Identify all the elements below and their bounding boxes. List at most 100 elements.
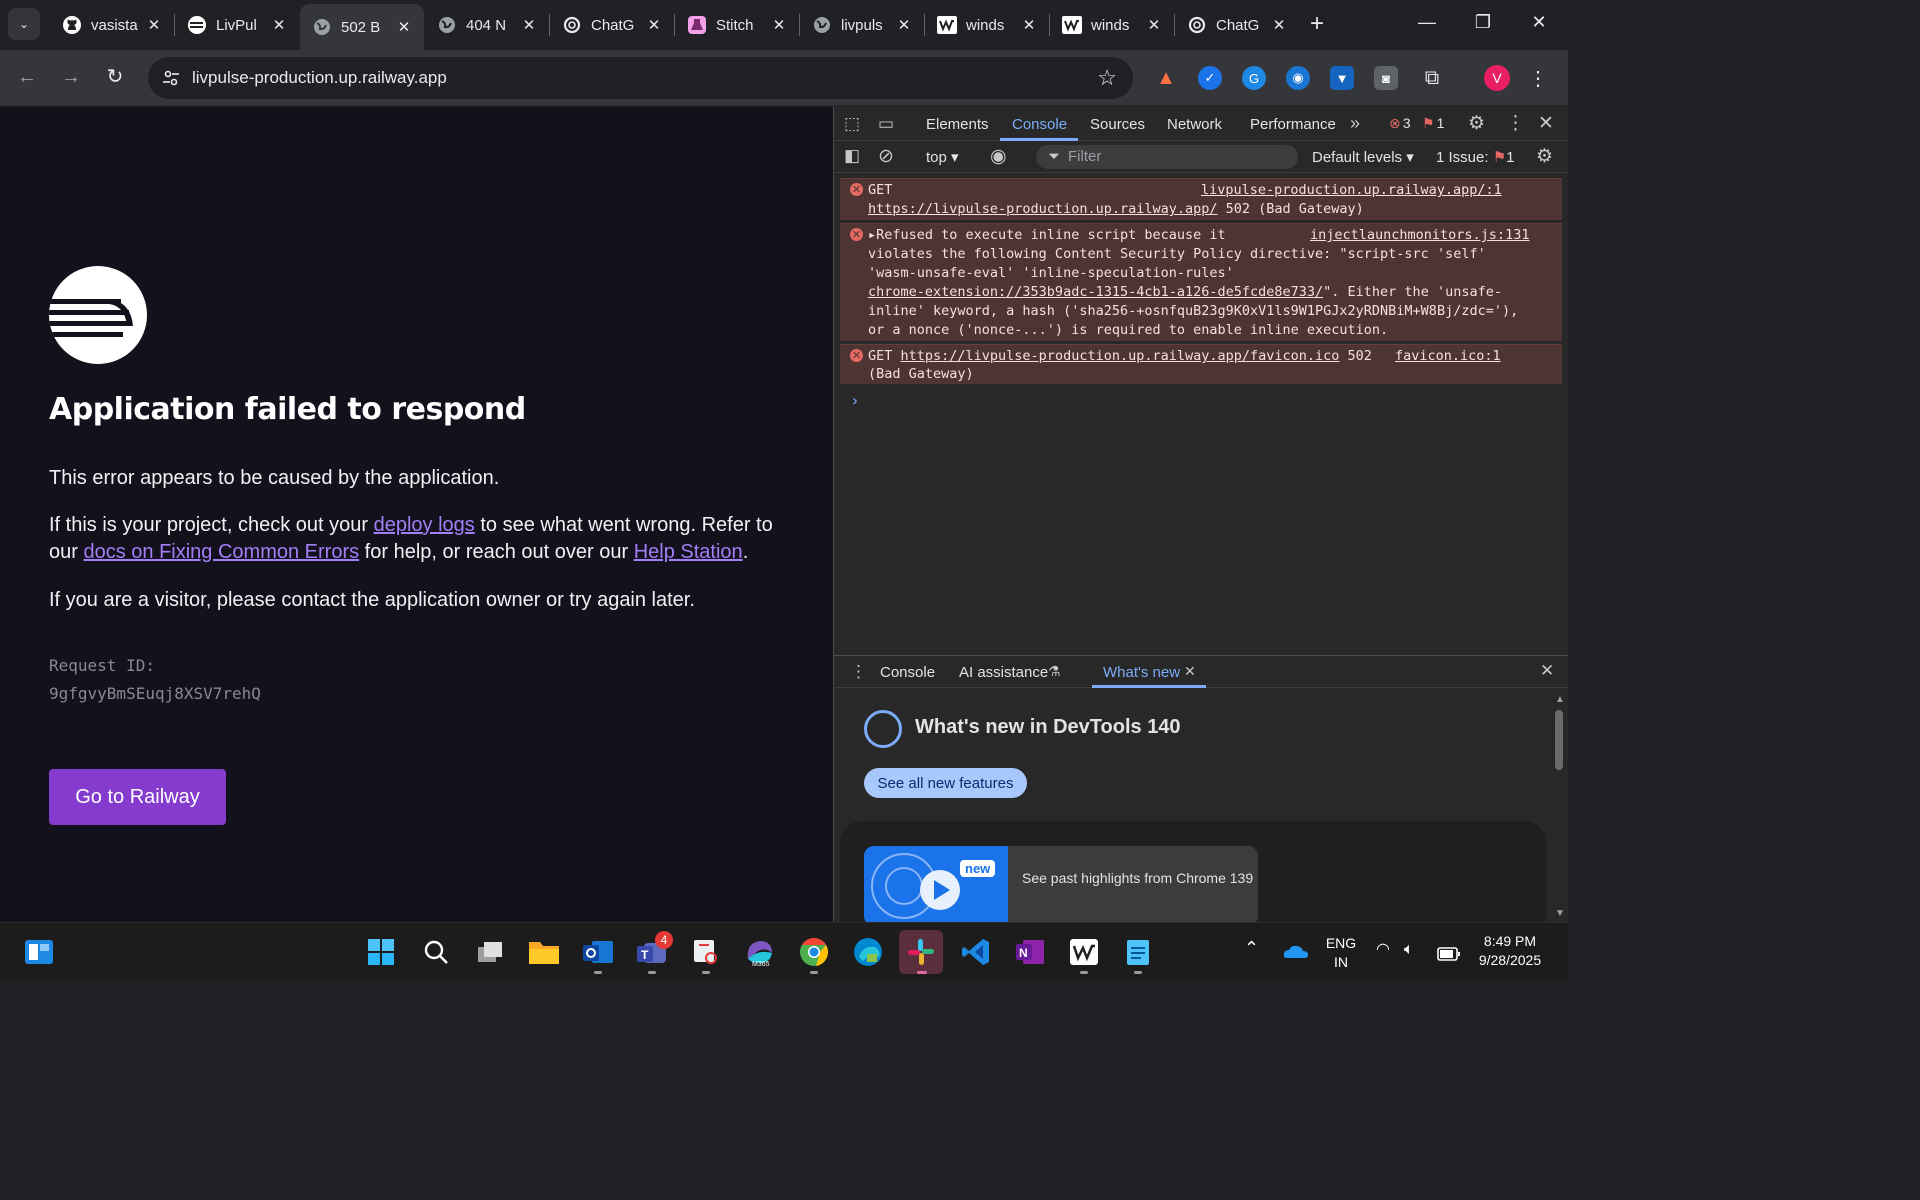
tab-chatgpt[interactable]: ChatG ✕ bbox=[550, 6, 674, 44]
console-filter-input[interactable]: ⏷ Filter bbox=[1036, 145, 1298, 169]
scroll-up-icon[interactable]: ▲ bbox=[1555, 694, 1565, 705]
extension-grammar-icon[interactable]: G bbox=[1242, 66, 1266, 90]
search-icon[interactable] bbox=[419, 935, 453, 969]
tab-github[interactable]: vasista ✕ bbox=[50, 6, 174, 44]
microsoft-365-icon[interactable]: M365 bbox=[743, 935, 777, 969]
tab-close-icon[interactable]: ✕ bbox=[1021, 16, 1037, 34]
teams-icon[interactable]: T4 bbox=[635, 931, 673, 969]
scroll-thumb[interactable] bbox=[1555, 710, 1563, 770]
bookmark-star-icon[interactable]: ☆ bbox=[1097, 65, 1117, 91]
drawer-tab-ai-assistance[interactable]: AI assistance bbox=[959, 664, 1048, 681]
go-to-railway-button[interactable]: Go to Railway bbox=[49, 769, 226, 825]
extension-fire-icon[interactable]: ▲ bbox=[1154, 66, 1178, 90]
new-tab-plus-icon[interactable]: + bbox=[1304, 12, 1330, 38]
favicon-url-link[interactable]: https://livpulse-production.up.railway.a… bbox=[901, 348, 1340, 364]
context-selector[interactable]: top ▾ bbox=[926, 148, 959, 166]
onenote-icon[interactable]: N bbox=[1013, 935, 1047, 969]
site-info-icon[interactable] bbox=[160, 67, 182, 89]
message-source-link[interactable]: favicon.ico:1 bbox=[1395, 347, 1501, 366]
outlook-icon[interactable] bbox=[581, 935, 615, 969]
tab-stitch[interactable]: Stitch ✕ bbox=[675, 6, 799, 44]
error-count-badge[interactable]: ⊗ 3 bbox=[1389, 115, 1411, 132]
tab-network[interactable]: Network bbox=[1167, 116, 1222, 133]
tab-elements[interactable]: Elements bbox=[926, 116, 989, 133]
edge-icon[interactable] bbox=[851, 935, 885, 969]
issue-count-badge[interactable]: ⚑ 1 bbox=[1422, 115, 1444, 132]
sidebar-toggle-icon[interactable]: ◧ bbox=[844, 146, 860, 166]
minimize-icon[interactable]: — bbox=[1412, 12, 1442, 33]
console-prompt[interactable]: › bbox=[850, 391, 860, 410]
device-toolbar-icon[interactable]: ▭ bbox=[878, 114, 894, 134]
settings-gear-icon[interactable]: ⚙ bbox=[1468, 112, 1485, 135]
see-all-features-button[interactable]: See all new features bbox=[864, 768, 1027, 798]
tab-livpulse[interactable]: LivPul ✕ bbox=[175, 6, 299, 44]
docs-fixing-errors-link[interactable]: docs on Fixing Common Errors bbox=[83, 541, 359, 563]
restore-icon[interactable]: ❐ bbox=[1468, 12, 1498, 33]
clear-console-icon[interactable]: ⊘ bbox=[878, 145, 894, 168]
reload-icon[interactable]: ↻ bbox=[102, 64, 128, 90]
tab-console[interactable]: Console bbox=[1012, 116, 1067, 133]
drawer-tab-whats-new[interactable]: What's new bbox=[1103, 664, 1180, 681]
expand-triangle-icon[interactable]: ▸ bbox=[868, 227, 876, 243]
inspect-element-icon[interactable]: ⬚ bbox=[844, 114, 860, 134]
onedrive-icon[interactable] bbox=[1279, 935, 1313, 969]
start-windows-icon[interactable] bbox=[364, 935, 398, 969]
notepad-icon[interactable] bbox=[1121, 935, 1155, 969]
message-source-link[interactable]: injectlaunchmonitors.js:131 bbox=[1310, 226, 1529, 245]
window-close-icon[interactable]: ✕ bbox=[1524, 12, 1554, 33]
devtools-menu-icon[interactable]: ⋮ bbox=[1506, 112, 1525, 135]
tab-close-icon[interactable]: ✕ bbox=[146, 16, 162, 34]
tab-close-icon[interactable]: ✕ bbox=[1146, 16, 1162, 34]
tab-windsurf[interactable]: winds ✕ bbox=[925, 6, 1049, 44]
tab-chatgpt-2[interactable]: ChatG ✕ bbox=[1175, 6, 1299, 44]
vscode-icon[interactable] bbox=[959, 935, 993, 969]
tab-502-active[interactable]: 502 B ✕ bbox=[300, 4, 424, 50]
tab-search-button[interactable]: ⌄ bbox=[8, 8, 40, 40]
past-highlights-video[interactable]: new See past highlights from Chrome 139 bbox=[864, 846, 1258, 926]
address-bar[interactable]: livpulse-production.up.railway.app ☆ bbox=[148, 57, 1133, 99]
extension-eye-icon[interactable]: ◉ bbox=[1286, 66, 1310, 90]
clock[interactable]: 8:49 PM 9/28/2025 bbox=[1470, 932, 1550, 970]
chrome-icon[interactable] bbox=[797, 935, 831, 969]
more-tabs-icon[interactable]: » bbox=[1350, 113, 1360, 134]
help-station-link[interactable]: Help Station bbox=[634, 541, 743, 563]
wifi-icon[interactable]: ◠ bbox=[1376, 940, 1390, 959]
task-view-icon[interactable] bbox=[473, 935, 507, 969]
snipping-tool-icon[interactable] bbox=[689, 935, 723, 969]
tab-close-icon[interactable]: ✕ bbox=[1271, 16, 1287, 34]
drawer-tab-close-icon[interactable]: ✕ bbox=[1184, 663, 1196, 680]
drawer-tab-console[interactable]: Console bbox=[880, 664, 935, 681]
file-explorer-icon[interactable] bbox=[527, 935, 561, 969]
deploy-logs-link[interactable]: deploy logs bbox=[374, 514, 475, 536]
extension-check-icon[interactable]: ✓ bbox=[1198, 66, 1222, 90]
tab-sources[interactable]: Sources bbox=[1090, 116, 1145, 133]
language-indicator[interactable]: ENG IN bbox=[1318, 934, 1364, 972]
tab-performance[interactable]: Performance bbox=[1250, 116, 1336, 133]
extension-shield-icon[interactable]: ▼ bbox=[1330, 66, 1354, 90]
tab-close-icon[interactable]: ✕ bbox=[271, 16, 287, 34]
console-settings-gear-icon[interactable]: ⚙ bbox=[1536, 145, 1553, 168]
tab-close-icon[interactable]: ✕ bbox=[896, 16, 912, 34]
live-expression-eye-icon[interactable]: ◉ bbox=[990, 145, 1007, 168]
tab-close-icon[interactable]: ✕ bbox=[646, 16, 662, 34]
tab-windsurf-2[interactable]: winds ✕ bbox=[1050, 6, 1174, 44]
forward-arrow-icon[interactable]: → bbox=[58, 64, 84, 90]
tab-404[interactable]: 404 N ✕ bbox=[425, 6, 549, 44]
tab-livpulse-2[interactable]: livpuls ✕ bbox=[800, 6, 924, 44]
devtools-close-icon[interactable]: ✕ bbox=[1538, 112, 1554, 135]
tab-close-icon[interactable]: ✕ bbox=[521, 16, 537, 34]
windsurf-app-icon[interactable] bbox=[1067, 935, 1101, 969]
extension-url-link[interactable]: chrome-extension://353b9adc-1315-4cb1-a1… bbox=[868, 284, 1323, 300]
extension-camera-icon[interactable]: ◙ bbox=[1374, 66, 1398, 90]
drawer-menu-icon[interactable]: ⋮ bbox=[850, 662, 867, 682]
message-source-link[interactable]: livpulse-production.up.railway.app/:1 bbox=[1201, 181, 1502, 200]
profile-avatar[interactable]: V bbox=[1484, 65, 1510, 91]
tab-close-icon[interactable]: ✕ bbox=[771, 16, 787, 34]
tray-chevron-up-icon[interactable]: ⌃ bbox=[1244, 939, 1259, 958]
issues-link[interactable]: 1 Issue: ⚑1 bbox=[1436, 148, 1515, 166]
extensions-puzzle-icon[interactable]: ⧉ bbox=[1420, 66, 1444, 90]
log-levels-dropdown[interactable]: Default levels ▾ bbox=[1312, 148, 1414, 166]
menu-kebab-icon[interactable]: ⋮ bbox=[1526, 66, 1550, 90]
widgets-icon[interactable] bbox=[22, 935, 56, 969]
drawer-close-icon[interactable]: ✕ bbox=[1540, 661, 1554, 681]
